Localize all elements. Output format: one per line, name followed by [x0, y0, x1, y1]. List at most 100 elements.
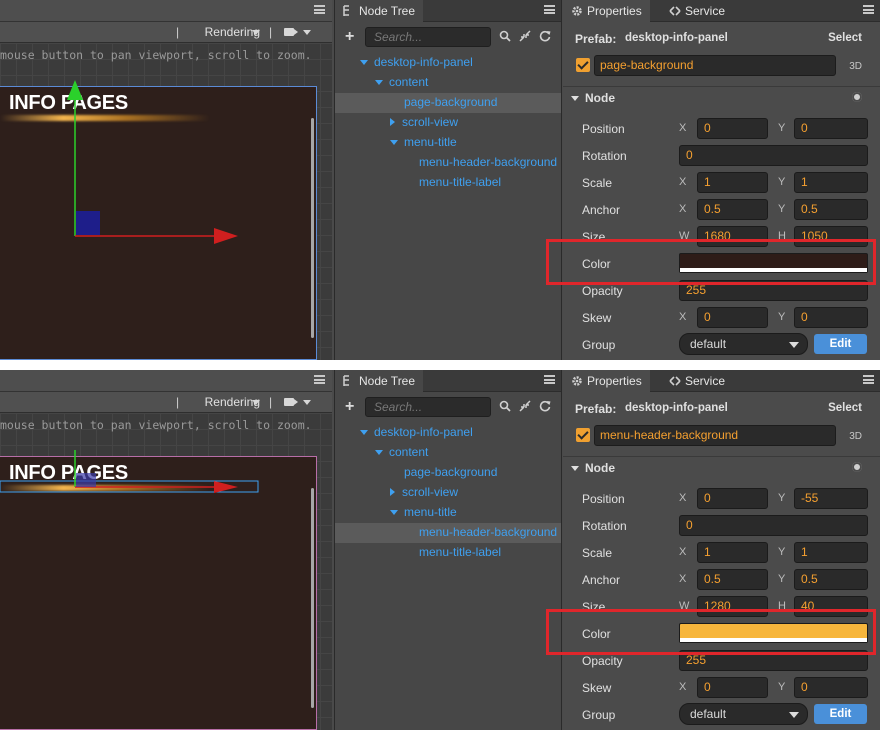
group-edit-button[interactable]: Edit: [814, 334, 867, 354]
tree-item-menu-title-label[interactable]: menu-title-label: [419, 172, 501, 192]
axis-x-label: X: [679, 546, 687, 558]
section-collapse-icon[interactable]: [571, 466, 579, 471]
transform-gizmo[interactable]: [0, 370, 332, 730]
tab-service[interactable]: Service: [661, 0, 733, 22]
skew-x-field[interactable]: 0: [697, 307, 768, 328]
expand-arrow-icon[interactable]: [360, 60, 368, 65]
panel-menu-icon[interactable]: [863, 5, 874, 14]
3d-toggle[interactable]: 3D: [849, 61, 862, 72]
anchor-label: Anchor: [582, 203, 621, 217]
panel-menu-icon[interactable]: [544, 375, 555, 384]
collapse-arrow-icon[interactable]: [390, 118, 395, 126]
expand-arrow-icon[interactable]: [375, 80, 383, 85]
axis-x-label: X: [679, 176, 687, 188]
tree-item-menu-title[interactable]: menu-title: [390, 132, 457, 152]
scene-panel[interactable]: | Rendering | mouse button to pan viewpo…: [0, 370, 332, 730]
panel-menu-icon[interactable]: [863, 375, 874, 384]
skew-x-field[interactable]: 0: [697, 677, 768, 698]
skew-y-field[interactable]: 0: [794, 677, 868, 698]
expand-arrow-icon[interactable]: [360, 430, 368, 435]
search-icon[interactable]: [499, 30, 511, 42]
anchor-y-field[interactable]: 0.5: [794, 199, 868, 220]
refresh-icon[interactable]: [539, 30, 551, 42]
anchor-label: Anchor: [582, 573, 621, 587]
tree-item-menu-header-background[interactable]: menu-header-background: [419, 152, 557, 172]
group-dropdown[interactable]: default: [679, 703, 808, 725]
rotation-field[interactable]: 0: [679, 515, 868, 536]
gizmo-x-arrow: [214, 481, 238, 493]
node-section-header[interactable]: Node: [563, 86, 880, 108]
skew-y-field[interactable]: 0: [794, 307, 868, 328]
prefab-select-button[interactable]: Select: [828, 402, 862, 414]
expand-arrow-icon[interactable]: [375, 450, 383, 455]
axis-y-label: Y: [778, 573, 786, 585]
add-node-icon[interactable]: +: [345, 398, 354, 416]
node-name-field[interactable]: menu-header-background: [594, 425, 836, 446]
position-y-field[interactable]: 0: [794, 118, 868, 139]
tab-node-tree[interactable]: Node Tree: [335, 0, 424, 22]
add-node-icon[interactable]: +: [345, 28, 354, 46]
node-active-checkbox[interactable]: [576, 428, 590, 442]
anchor-y-field[interactable]: 0.5: [794, 569, 868, 590]
tree-item-scroll-view[interactable]: scroll-view: [390, 112, 458, 132]
tree-item-page-background[interactable]: page-background: [404, 92, 497, 112]
section-collapse-icon[interactable]: [571, 96, 579, 101]
scale-x-field[interactable]: 1: [697, 542, 768, 563]
screenshot-menu-header-background: | Rendering | mouse button to pan viewpo…: [0, 370, 880, 730]
service-icon: [669, 376, 681, 386]
scene-panel[interactable]: | Rendering | mouse button to pan viewpo…: [0, 0, 332, 360]
axis-y-label: Y: [778, 122, 786, 134]
tree-item-menu-title-label[interactable]: menu-title-label: [419, 542, 501, 562]
node-name-field[interactable]: page-background: [594, 55, 836, 76]
tab-properties[interactable]: Properties: [563, 370, 650, 392]
screenshot-page-background: | Rendering | mouse button to pan viewpo…: [0, 0, 880, 360]
tab-properties[interactable]: Properties: [563, 0, 650, 22]
scale-x-field[interactable]: 1: [697, 172, 768, 193]
anchor-x-field[interactable]: 0.5: [697, 569, 768, 590]
collapse-all-icon[interactable]: [519, 400, 531, 412]
panel-menu-icon[interactable]: [544, 5, 555, 14]
scale-y-field[interactable]: 1: [794, 542, 868, 563]
tree-item-content[interactable]: content: [375, 72, 428, 92]
tree-item-root[interactable]: desktop-info-panel: [360, 52, 473, 72]
node-section-header[interactable]: Node: [563, 456, 880, 478]
tree-item-root[interactable]: desktop-info-panel: [360, 422, 473, 442]
prefab-label: Prefab:: [575, 402, 617, 416]
tree-item-menu-title[interactable]: menu-title: [390, 502, 457, 522]
axis-x-label: X: [679, 122, 687, 134]
tree-item-scroll-view[interactable]: scroll-view: [390, 482, 458, 502]
gizmo-center-square: [76, 211, 100, 235]
group-dropdown[interactable]: default: [679, 333, 808, 355]
rotation-field[interactable]: 0: [679, 145, 868, 166]
collapse-all-icon[interactable]: [519, 30, 531, 42]
position-y-field[interactable]: -55: [794, 488, 868, 509]
properties-panel: Properties Service Prefab: desktop-info-…: [563, 370, 880, 730]
node-active-checkbox[interactable]: [576, 58, 590, 72]
position-x-field[interactable]: 0: [697, 488, 768, 509]
3d-toggle[interactable]: 3D: [849, 431, 862, 442]
opacity-label: Opacity: [582, 654, 623, 668]
tab-node-tree[interactable]: Node Tree: [335, 370, 424, 392]
expand-arrow-icon[interactable]: [390, 140, 398, 145]
tree-item-content[interactable]: content: [375, 442, 428, 462]
axis-y-label: Y: [778, 176, 786, 188]
prefab-label: Prefab:: [575, 32, 617, 46]
refresh-icon[interactable]: [539, 400, 551, 412]
collapse-arrow-icon[interactable]: [390, 488, 395, 496]
color-highlight-box: [546, 239, 876, 285]
anchor-x-field[interactable]: 0.5: [697, 199, 768, 220]
node-settings-gear-icon[interactable]: [852, 92, 862, 102]
tree-item-menu-header-background[interactable]: menu-header-background: [419, 522, 557, 542]
node-search-input[interactable]: Search...: [365, 27, 491, 47]
node-settings-gear-icon[interactable]: [852, 462, 862, 472]
group-edit-button[interactable]: Edit: [814, 704, 867, 724]
node-search-input[interactable]: Search...: [365, 397, 491, 417]
scale-y-field[interactable]: 1: [794, 172, 868, 193]
prefab-select-button[interactable]: Select: [828, 32, 862, 44]
transform-gizmo[interactable]: [0, 0, 332, 360]
tab-service[interactable]: Service: [661, 370, 733, 392]
search-icon[interactable]: [499, 400, 511, 412]
position-x-field[interactable]: 0: [697, 118, 768, 139]
tree-item-page-background[interactable]: page-background: [404, 462, 497, 482]
expand-arrow-icon[interactable]: [390, 510, 398, 515]
